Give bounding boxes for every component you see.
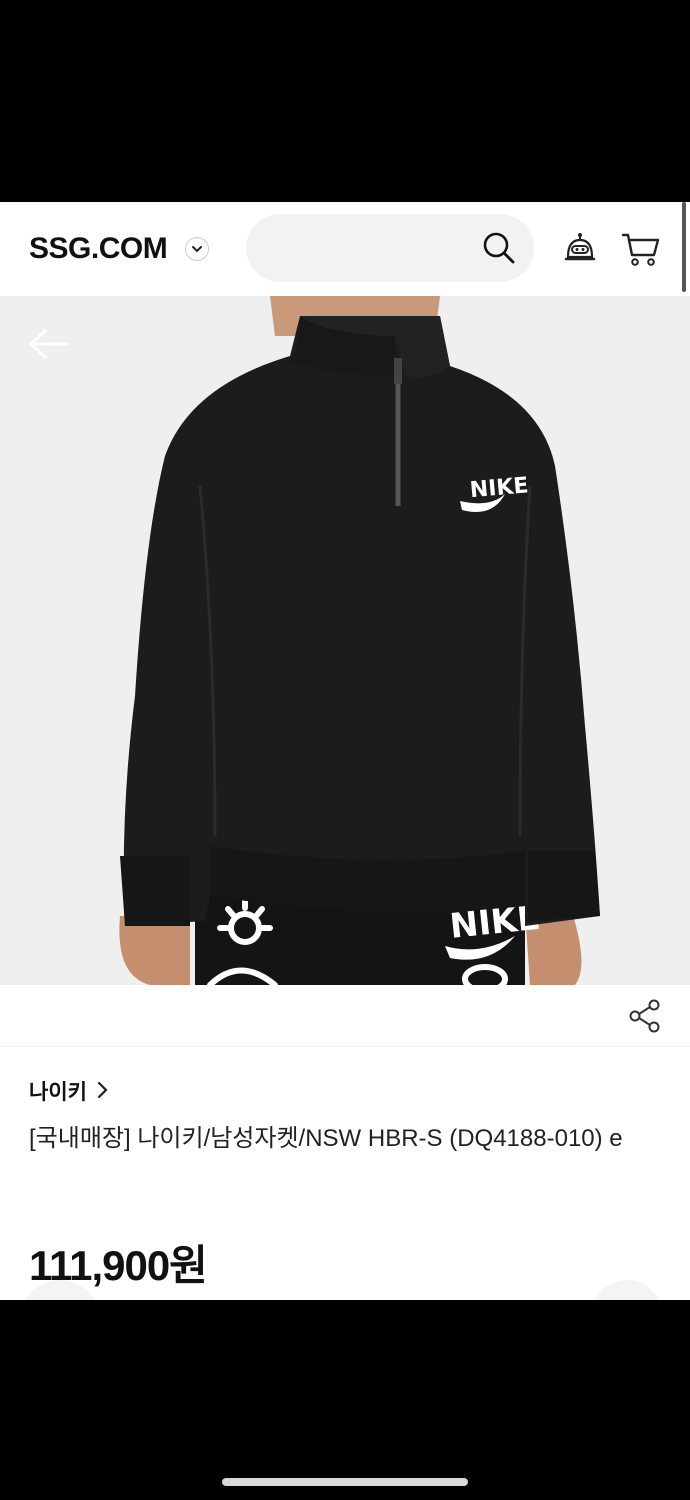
- chevron-down-icon[interactable]: [185, 237, 209, 261]
- scrollbar[interactable]: [682, 202, 686, 292]
- bottom-area: [0, 1300, 690, 1500]
- product-photo: NIKE NIKE: [0, 296, 690, 985]
- site-logo[interactable]: SSG.COM: [29, 232, 168, 266]
- floating-button-right[interactable]: [592, 1280, 662, 1300]
- search-icon[interactable]: [482, 231, 516, 265]
- product-title: [국내매장] 나이키/남성자켓/NSW HBR-S (DQ4188-010) e: [29, 1125, 623, 1152]
- home-indicator[interactable]: [222, 1478, 468, 1486]
- robot-icon[interactable]: [563, 232, 597, 266]
- share-bar: [0, 985, 690, 1047]
- phone-screen: SSG.COM NIKE NIKE 나이키 [국내매장] 나이키/남성자켓/NS…: [0, 0, 690, 1500]
- share-icon[interactable]: [628, 999, 662, 1033]
- back-arrow-icon[interactable]: [27, 328, 69, 360]
- search-input[interactable]: [246, 214, 534, 282]
- status-bar-area: [0, 0, 690, 202]
- site-header: SSG.COM: [0, 202, 690, 296]
- cart-icon[interactable]: [621, 231, 661, 267]
- product-image[interactable]: NIKE NIKE: [0, 296, 690, 985]
- brand-link[interactable]: 나이키: [29, 1076, 87, 1106]
- chevron-right-icon[interactable]: [96, 1080, 110, 1100]
- product-page: SSG.COM NIKE NIKE 나이키 [국내매장] 나이키/남성자켓/NS…: [0, 202, 690, 1300]
